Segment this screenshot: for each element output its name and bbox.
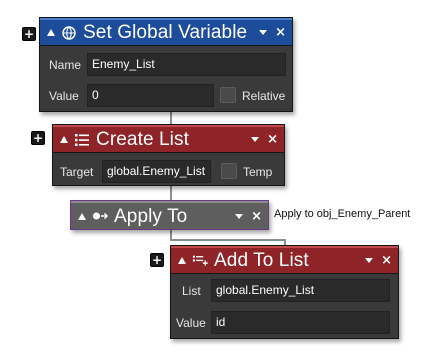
node-header[interactable]: Create List × xyxy=(53,125,284,153)
target-label: Target xyxy=(60,165,94,179)
value-field[interactable]: 0 xyxy=(87,84,214,107)
list-icon xyxy=(74,132,90,148)
value-label: Value xyxy=(49,89,79,103)
connector-line xyxy=(170,112,172,124)
connector-line xyxy=(170,239,286,241)
close-icon[interactable]: × xyxy=(267,133,278,146)
relative-checkbox[interactable] xyxy=(220,87,236,103)
set-global-variable-node: Set Global Variable × Name Enemy_List Va… xyxy=(39,17,293,112)
expand-button[interactable]: + xyxy=(22,27,36,41)
node-header[interactable]: Add To List × xyxy=(171,246,398,274)
node-title: Apply To xyxy=(114,205,188,227)
dropdown-arrow-icon[interactable] xyxy=(235,213,244,219)
dropdown-arrow-icon[interactable] xyxy=(365,258,374,263)
value-label: Value xyxy=(176,316,206,330)
add-to-list-node: Add To List × List global.Enemy_List Val… xyxy=(170,245,399,339)
add-to-list-icon xyxy=(192,253,208,269)
relative-label: Relative xyxy=(242,89,286,103)
name-label: Name xyxy=(49,58,82,72)
collapse-triangle-icon[interactable] xyxy=(178,257,186,264)
apply-to-node: Apply To × xyxy=(70,200,269,230)
collapse-triangle-icon[interactable] xyxy=(60,136,68,143)
apply-to-icon xyxy=(92,208,108,224)
close-icon[interactable]: × xyxy=(251,210,262,223)
target-field[interactable]: global.Enemy_List xyxy=(102,160,211,183)
expand-button[interactable]: + xyxy=(31,131,45,145)
temp-checkbox[interactable] xyxy=(221,163,237,179)
collapse-triangle-icon[interactable] xyxy=(47,29,55,36)
dropdown-arrow-icon[interactable] xyxy=(259,30,268,35)
name-field[interactable]: Enemy_List xyxy=(87,53,286,76)
dropdown-arrow-icon[interactable] xyxy=(251,137,260,142)
connector-line xyxy=(170,186,172,200)
collapse-triangle-icon[interactable] xyxy=(78,212,86,220)
value-field[interactable]: id xyxy=(211,311,390,334)
node-title: Set Global Variable xyxy=(83,22,248,43)
globe-variable-icon xyxy=(61,25,77,41)
close-icon[interactable]: × xyxy=(381,254,392,267)
node-title: Add To List xyxy=(214,250,309,271)
temp-label: Temp xyxy=(243,165,273,179)
list-field[interactable]: global.Enemy_List xyxy=(211,279,390,302)
list-label: List xyxy=(182,284,201,298)
node-header[interactable]: Set Global Variable × xyxy=(40,18,292,46)
close-icon[interactable]: × xyxy=(275,26,286,39)
node-title: Create List xyxy=(96,129,189,150)
node-header[interactable]: Apply To × xyxy=(71,201,268,229)
expand-button[interactable]: + xyxy=(150,253,164,267)
create-list-node: Create List × Target global.Enemy_List T… xyxy=(52,124,285,186)
apply-to-note: Apply to obj_Enemy_Parent xyxy=(274,208,411,220)
